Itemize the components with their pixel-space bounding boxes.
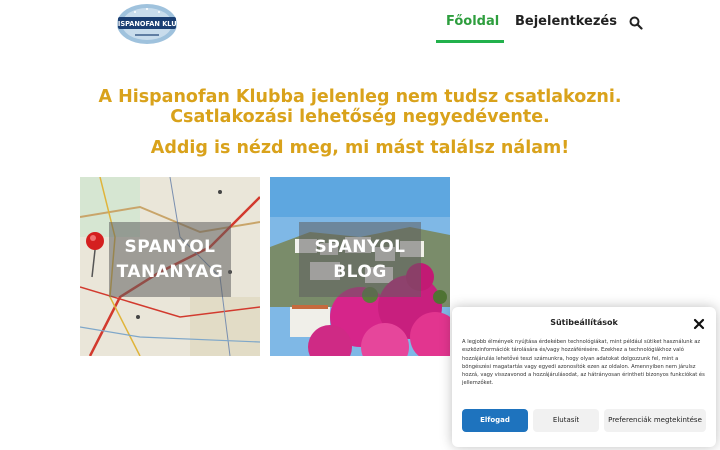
card-title-line-1: SPANYOL: [124, 237, 216, 257]
cookie-consent-panel: Sütibeállítások A legjobb élmények nyújt…: [452, 307, 716, 447]
search-icon[interactable]: [629, 15, 643, 30]
headline-line-1: A Hispanofan Klubba jelenleg nem tudsz c…: [98, 87, 622, 107]
card-overlay: SPANYOL BLOG: [299, 222, 421, 297]
card-title-line-2: BLOG: [333, 262, 387, 282]
cookie-title: Sütibeállítások: [550, 318, 618, 327]
card-overlay: SPANYOL TANANYAG: [109, 222, 231, 297]
nav-home[interactable]: Főoldal: [446, 14, 499, 29]
card-spanish-blog[interactable]: SPANYOL BLOG: [270, 177, 450, 356]
close-icon[interactable]: [692, 316, 706, 330]
view-preferences-button[interactable]: Preferenciák megtekintése: [604, 409, 706, 432]
logo-text: HISPANOFAN KLUB: [113, 20, 181, 28]
card-title-line-1: SPANYOL: [314, 237, 406, 257]
headline-line-2: Csatlakozási lehetőség negyedévente.: [170, 107, 550, 127]
deny-button[interactable]: Elutasít: [533, 409, 599, 432]
headline-line-3: Addig is nézd meg, mi mást találsz nálam…: [150, 138, 570, 158]
cookie-description: A legjobb élmények nyújtása érdekében te…: [462, 339, 705, 387]
site-logo[interactable]: HISPANOFAN KLUB: [112, 2, 182, 46]
card-spanish-material[interactable]: SPANYOL TANANYAG: [80, 177, 260, 356]
card-title-line-2: TANANYAG: [116, 262, 224, 282]
site-header: HISPANOFAN KLUB Főoldal Bejelentkezés: [0, 0, 720, 46]
nav-login[interactable]: Bejelentkezés: [515, 14, 617, 29]
nav-active-underline: [436, 40, 504, 43]
accept-button[interactable]: Elfogad: [462, 409, 528, 432]
